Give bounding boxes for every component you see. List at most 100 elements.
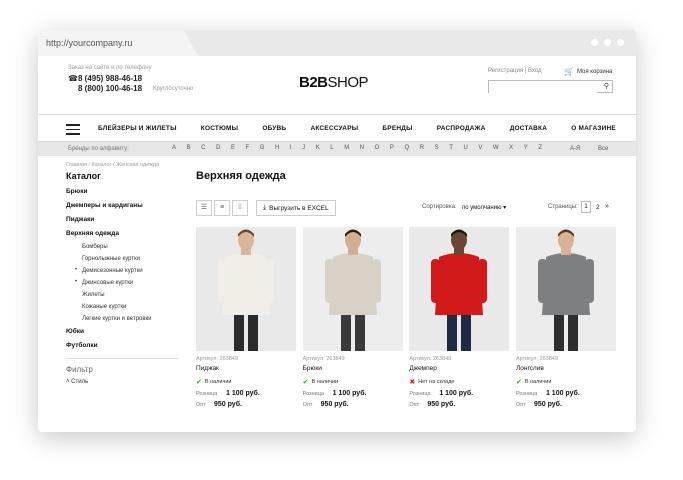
alphabet-letter[interactable]: C (201, 145, 205, 151)
product-photo[interactable] (302, 227, 403, 351)
catalog-subitem[interactable]: Джинсовые куртки (75, 279, 196, 286)
catalog-subitem[interactable]: Кожаные куртки (82, 304, 196, 310)
alphabet-letter[interactable]: O (375, 145, 380, 151)
alphabet-letter[interactable]: L (330, 145, 333, 151)
alphabet-letter[interactable]: M (344, 145, 349, 151)
product-name[interactable]: Лонгслив (516, 365, 616, 372)
window-dot[interactable] (591, 39, 598, 46)
catalog-item[interactable]: Верхняя одежда (66, 230, 196, 237)
window-controls (591, 39, 624, 46)
register-login-link[interactable]: Регистрация | Вход (488, 68, 542, 74)
catalog-item[interactable]: Футболки (66, 342, 196, 349)
product-name[interactable]: Пиджак (196, 365, 296, 372)
wholesale-label: Опт (409, 402, 420, 408)
nav-item[interactable]: КОСТЮМЫ (201, 125, 238, 132)
phone-number[interactable]: 8 (495) 988-46-18 (78, 74, 142, 83)
product-card[interactable]: Артикул: 263849 Лонгслив ✔ В наличии Розница… (515, 227, 616, 411)
product-name[interactable]: Джемпер (409, 365, 509, 372)
nav-item[interactable]: АКСЕССУАРЫ (310, 125, 358, 132)
alphabet-letter[interactable]: T (449, 145, 453, 151)
alphabet-letter[interactable]: Z (538, 145, 542, 151)
catalog-subitem[interactable]: Горнолыжные куртки (82, 256, 196, 262)
nav-item[interactable]: ДОСТАВКА (510, 125, 547, 132)
product-card[interactable]: Артикул: 263849 Пиджак ✔ В наличии Розница 1 … (196, 227, 296, 411)
phone-number[interactable]: 8 (800) 100-46-18 (78, 84, 142, 93)
search-input[interactable] (489, 87, 597, 99)
alphabet-letter[interactable]: X (509, 145, 513, 151)
alphabet-cyrillic[interactable]: А-Я (570, 146, 580, 152)
list-view-button[interactable]: ☰ (196, 200, 212, 216)
breadcrumb[interactable]: Главная / Каталог / Женская одежда (66, 162, 196, 168)
product-photo-figure (302, 227, 403, 351)
alphabet-letter[interactable]: D (216, 145, 220, 151)
catalog-item[interactable]: Юбки (66, 328, 196, 335)
retail-label: Розница (302, 391, 324, 397)
retail-value: 1 100 руб. (332, 390, 367, 397)
catalog-subitem[interactable]: Жилеты (82, 292, 196, 298)
alphabet-letter[interactable]: S (435, 145, 439, 151)
window-dot[interactable] (617, 39, 624, 46)
alphabet-letter[interactable]: K (316, 145, 320, 151)
page-link[interactable]: 2 (596, 204, 600, 211)
grid-view-button[interactable]: ⁞⁞ (232, 200, 248, 216)
alphabet-letter[interactable]: F (246, 145, 250, 151)
product-card[interactable]: Артикул: 263849 Джемпер ✖ Нет на складе Розн… (409, 227, 510, 411)
toolbar: ☰ ≡ ⁞⁞ ⤓ Выгрузить в EXCEL Сортировка: п… (196, 200, 616, 216)
menu-icon[interactable] (66, 124, 80, 138)
alphabet-letter[interactable]: U (463, 145, 467, 151)
product-card[interactable]: Артикул: 263849 Брюки ✔ В наличии Розница 1 1… (302, 227, 403, 411)
alphabet-letter[interactable]: I (290, 145, 292, 151)
product-name[interactable]: Брюки (303, 365, 403, 372)
check-icon: ✔ (196, 379, 202, 386)
wholesale-label: Опт (302, 402, 313, 408)
search-icon[interactable]: ⚲ (604, 82, 609, 90)
download-icon: ⤓ (263, 204, 267, 211)
availability-label: Нет на складе (418, 379, 455, 385)
alphabet-all[interactable]: Все (598, 146, 608, 152)
alphabet-letter[interactable]: Q (404, 145, 409, 151)
main-content: Верхняя одежда ☰ ≡ ⁞⁞ ⤓ Выгрузить в EXCE… (196, 162, 616, 408)
alphabet-letter[interactable]: W (493, 145, 499, 151)
alphabet-letter[interactable]: B (187, 145, 191, 151)
catalog-subitem[interactable]: Демисезонные куртки (75, 267, 196, 274)
logo-light: SHOP (327, 74, 369, 91)
alphabet-letter[interactable]: G (260, 145, 265, 151)
cart-link[interactable]: 🛒 Моя корзина (564, 67, 612, 76)
alphabet-letter[interactable]: H (275, 145, 279, 151)
compact-list-view-button[interactable]: ≡ (214, 200, 230, 216)
next-page-icon[interactable]: » (605, 203, 609, 210)
product-photo[interactable] (515, 227, 616, 351)
alphabet-letter[interactable]: Y (524, 145, 528, 151)
product-photo[interactable] (409, 227, 510, 351)
export-excel-button[interactable]: ⤓ Выгрузить в EXCEL (256, 200, 336, 216)
alphabet-letter[interactable]: R (420, 145, 424, 151)
alphabet-letter[interactable]: A (172, 145, 176, 151)
order-note: Заказ на сайте и по телефону (68, 65, 152, 71)
alphabet-letter[interactable]: V (478, 145, 482, 151)
window-dot[interactable] (604, 39, 611, 46)
catalog-item[interactable]: Брюки (66, 188, 196, 195)
catalog-item[interactable]: Пиджаки (66, 216, 196, 223)
filter-style[interactable]: ˄ Стиль (66, 379, 196, 385)
check-icon: ✔ (302, 379, 309, 386)
catalog-item[interactable]: Джемперы и кардиганы (66, 202, 196, 209)
nav-item[interactable]: О МАГАЗИНЕ (571, 125, 616, 132)
product-photo[interactable] (196, 227, 296, 351)
alphabet-letter[interactable]: J (302, 145, 305, 151)
nav-item[interactable]: РАСПРОДАЖА (437, 125, 486, 132)
availability-label: В наличии (204, 379, 232, 385)
catalog-subitem[interactable]: Легкие куртки и ветровки (82, 316, 196, 322)
catalog-items: Брюки Джемперы и кардиганы Пиджаки Верхняя … (66, 188, 196, 349)
logo[interactable]: B2BSHOP (299, 74, 369, 91)
wholesale-value: 950 руб. (427, 401, 456, 408)
nav-item[interactable]: БЛЕЙЗЕРЫ И ЖИЛЕТЫ (98, 125, 177, 132)
alphabet-letter[interactable]: P (390, 145, 394, 151)
nav-item[interactable]: БРЕНДЫ (382, 125, 412, 132)
page-current[interactable]: 1 (581, 201, 591, 213)
sort-select[interactable]: по умолчанию ▾ (462, 204, 506, 211)
alphabet-letter[interactable]: N (360, 145, 364, 151)
address-bar[interactable]: http://yourcompany.ru (38, 30, 198, 56)
alphabet-letter[interactable]: E (231, 145, 235, 151)
nav-item[interactable]: ОБУВЬ (262, 125, 286, 132)
catalog-subitem[interactable]: Бомберы (82, 244, 196, 250)
